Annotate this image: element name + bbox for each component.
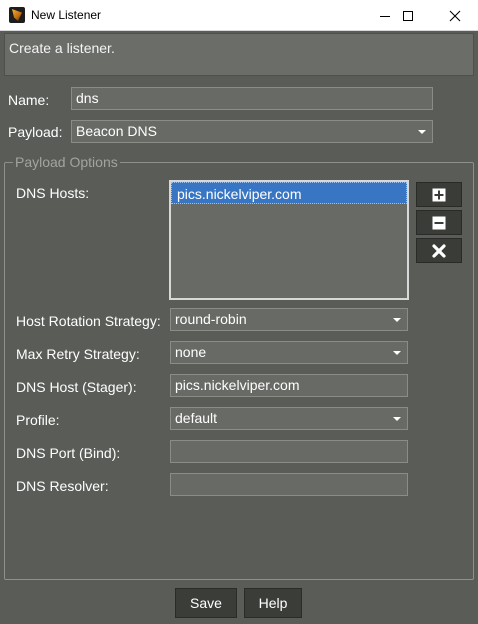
add-host-button[interactable] xyxy=(416,182,462,207)
dns-port-bind-label: DNS Port (Bind): xyxy=(16,445,121,461)
help-button[interactable]: Help xyxy=(244,588,302,618)
clear-hosts-button[interactable] xyxy=(416,238,462,263)
title-bar: New Listener xyxy=(0,0,478,31)
payload-options-title: Payload Options xyxy=(13,154,120,170)
description-text: Create a listener. xyxy=(9,40,115,56)
minus-icon xyxy=(432,216,446,229)
host-rotation-dropdown[interactable]: round-robin xyxy=(170,308,408,331)
profile-label: Profile: xyxy=(16,412,60,428)
dns-port-bind-field[interactable] xyxy=(170,440,408,463)
profile-value: default xyxy=(175,410,218,426)
host-rotation-value: round-robin xyxy=(175,311,247,327)
name-label: Name: xyxy=(8,92,50,108)
name-field[interactable]: dns xyxy=(71,87,433,110)
dns-hosts-label: DNS Hosts: xyxy=(16,185,90,201)
close-icon xyxy=(449,10,461,21)
payload-value: Beacon DNS xyxy=(76,123,157,139)
close-button[interactable] xyxy=(432,0,478,31)
app-icon xyxy=(9,7,25,23)
max-retry-value: none xyxy=(175,344,207,360)
x-icon xyxy=(432,243,446,258)
description-banner: Create a listener. xyxy=(4,33,474,76)
chevron-down-icon xyxy=(393,351,401,355)
max-retry-label: Max Retry Strategy: xyxy=(16,346,140,362)
max-retry-dropdown[interactable]: none xyxy=(170,341,408,364)
list-item[interactable]: pics.nickelviper.com xyxy=(171,182,407,204)
dns-host-stager-field[interactable]: pics.nickelviper.com xyxy=(170,374,408,397)
dns-host-stager-label: DNS Host (Stager): xyxy=(16,379,137,395)
window-title: New Listener xyxy=(31,8,102,22)
payload-dropdown[interactable]: Beacon DNS xyxy=(71,120,433,143)
maximize-button[interactable] xyxy=(385,0,431,31)
chevron-down-icon xyxy=(393,417,401,421)
remove-host-button[interactable] xyxy=(416,210,462,235)
payload-label: Payload: xyxy=(8,124,63,140)
maximize-icon xyxy=(403,10,413,21)
dns-resolver-label: DNS Resolver: xyxy=(16,478,109,494)
save-button[interactable]: Save xyxy=(175,588,237,618)
profile-dropdown[interactable]: default xyxy=(170,407,408,430)
host-rotation-label: Host Rotation Strategy: xyxy=(16,313,161,329)
plus-icon xyxy=(432,188,446,201)
dns-resolver-field[interactable] xyxy=(170,473,408,496)
dns-hosts-list[interactable]: pics.nickelviper.com xyxy=(169,180,409,300)
chevron-down-icon xyxy=(393,318,401,322)
chevron-down-icon xyxy=(418,130,426,134)
